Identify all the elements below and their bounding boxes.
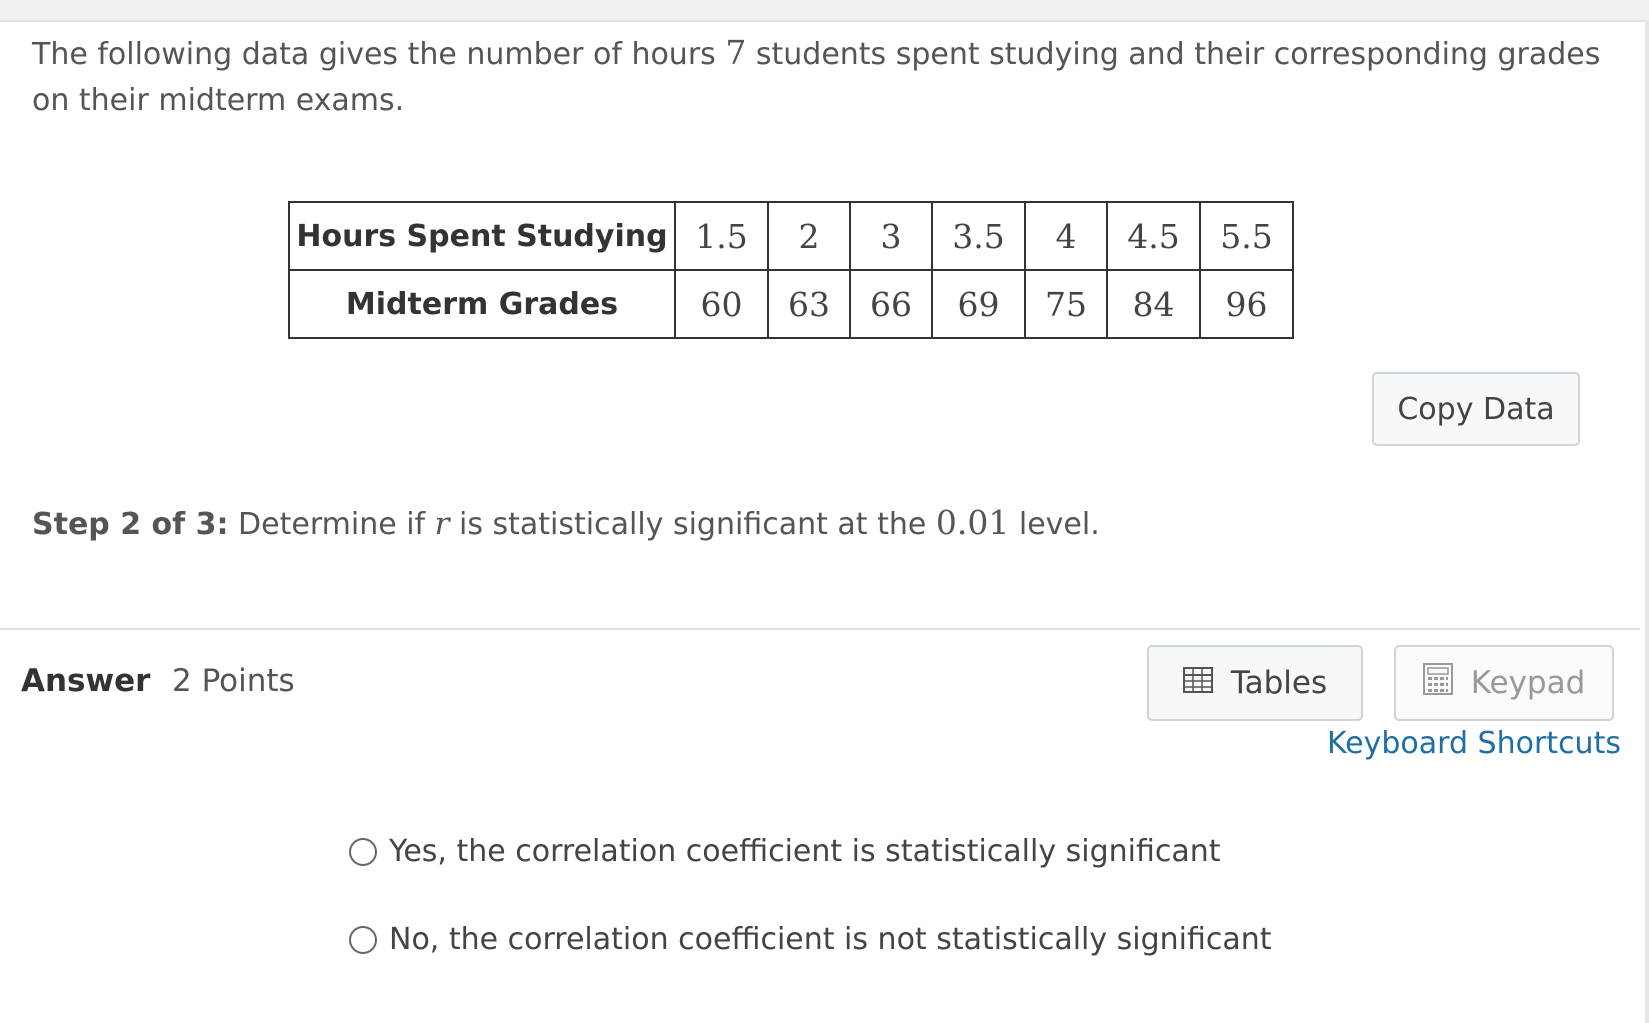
table-cell: 4.5	[1106, 201, 1201, 271]
table-cell: 2	[767, 201, 851, 271]
tables-button[interactable]: Tables	[1147, 645, 1363, 721]
step-instruction: Step 2 of 3: Determine if r is statistic…	[32, 498, 1100, 550]
data-table: Hours Spent Studying 1.5 2 3 3.5 4 4.5 5…	[288, 201, 1294, 339]
option-label: Yes, the correlation coefficient is stat…	[389, 834, 1221, 869]
points-label: 2 Points	[172, 663, 295, 699]
row-header-grades: Midterm Grades	[288, 269, 676, 339]
table-cell: 84	[1106, 269, 1201, 339]
question-text-part: The following data gives the number of h…	[32, 37, 726, 72]
row-header-hours: Hours Spent Studying	[288, 201, 676, 271]
keyboard-shortcuts-link[interactable]: Keyboard Shortcuts	[1327, 726, 1621, 761]
option-yes[interactable]: Yes, the correlation coefficient is stat…	[349, 834, 1221, 869]
keypad-button[interactable]: Keypad	[1394, 645, 1614, 721]
table-grid-icon	[1182, 665, 1213, 701]
copy-data-button[interactable]: Copy Data	[1372, 372, 1580, 446]
table-cell: 69	[931, 269, 1026, 339]
table-cell: 60	[674, 269, 769, 339]
tables-button-label: Tables	[1230, 665, 1328, 701]
step-text-part: Determine if	[228, 507, 435, 542]
table-row-grades: Midterm Grades 60 63 66 69 75 84 96	[288, 269, 1294, 339]
keypad-button-label: Keypad	[1470, 665, 1586, 701]
step-text-part: level.	[1009, 507, 1100, 542]
table-cell: 3	[849, 201, 933, 271]
top-bar	[0, 0, 1649, 22]
section-divider	[0, 628, 1640, 630]
radio-button[interactable]	[349, 837, 377, 866]
table-cell: 3.5	[931, 201, 1026, 271]
significance-level: 0.01	[935, 503, 1010, 542]
step-text-part: is statistically significant at the	[449, 507, 936, 542]
scrollbar-track[interactable]	[1645, 20, 1649, 1023]
option-label: No, the correlation coefficient is not s…	[389, 922, 1272, 957]
variable-r: r	[434, 506, 450, 542]
step-label: Step 2 of 3:	[32, 507, 229, 542]
table-cell: 96	[1199, 269, 1294, 339]
calculator-icon	[1422, 663, 1453, 703]
radio-button[interactable]	[349, 925, 377, 954]
table-cell: 4	[1024, 201, 1108, 271]
answer-label: Answer	[21, 663, 151, 699]
table-cell: 5.5	[1199, 201, 1294, 271]
table-cell: 66	[849, 269, 933, 339]
student-count: 7	[725, 33, 747, 72]
option-no[interactable]: No, the correlation coefficient is not s…	[349, 922, 1272, 957]
table-row-hours: Hours Spent Studying 1.5 2 3 3.5 4 4.5 5…	[288, 201, 1294, 271]
table-cell: 63	[767, 269, 851, 339]
question-text: The following data gives the number of h…	[32, 30, 1612, 124]
table-cell: 1.5	[674, 201, 769, 271]
table-cell: 75	[1024, 269, 1108, 339]
